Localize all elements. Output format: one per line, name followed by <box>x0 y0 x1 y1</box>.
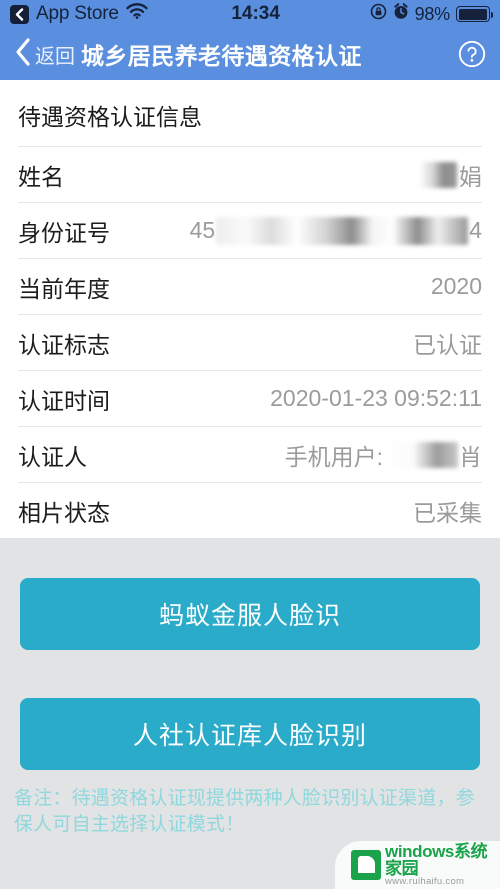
status-bar-back-app-label[interactable]: App Store <box>36 3 119 25</box>
row-label: 身份证号 <box>18 219 110 246</box>
table-row: 身份证号 45 4 <box>18 202 482 258</box>
status-bar-right: 98% <box>370 2 494 26</box>
watermark-brand-prefix: windows <box>385 841 454 861</box>
alarm-clock-icon <box>393 2 409 26</box>
row-value-suffix: 肖 <box>459 443 482 470</box>
footer-note: 备注：待遇资格认证现提供两种人脸识别认证渠道，参保人可自主选择认证模式！ <box>0 770 500 839</box>
redacted-block <box>216 216 469 245</box>
app-screen: App Store 14:34 98% 返回 城乡居民养老待遇资格认证 待遇资格… <box>0 0 500 889</box>
row-value-prefix: 手机用户: <box>284 443 383 470</box>
row-label: 认证标志 <box>18 331 110 358</box>
action-button-area: 蚂蚁金服人脸识 人社认证库人脸识别 <box>0 538 500 770</box>
row-value: 45 4 <box>189 216 482 245</box>
watermark-text: windows系统家园 www.ruihaifu.com <box>385 843 494 887</box>
row-value: 2020 <box>430 273 482 299</box>
row-value: 娟 <box>419 158 482 192</box>
table-row: 姓名 娟 <box>18 146 482 202</box>
watermark-brand: windows系统家园 <box>385 843 494 878</box>
row-value: 手机用户: 肖 <box>285 438 482 472</box>
table-row: 认证标志 已认证 <box>18 314 482 370</box>
status-bar-left[interactable]: App Store <box>10 3 148 25</box>
table-row: 相片状态 已采集 <box>18 482 482 538</box>
navigation-bar: 返回 城乡居民养老待遇资格认证 <box>0 28 500 80</box>
watermark: windows系统家园 www.ruihaifu.com <box>335 841 500 889</box>
rotation-lock-icon <box>370 3 387 26</box>
row-label: 相片状态 <box>18 499 110 526</box>
help-circle-icon[interactable] <box>458 40 486 68</box>
row-label: 当前年度 <box>18 275 110 302</box>
row-value-timestamp: 2020-01-23 09:52:11 <box>270 385 482 411</box>
chevron-left-icon[interactable] <box>10 4 29 24</box>
back-button-label: 返回 <box>35 45 75 68</box>
table-row: 认证人 手机用户: 肖 <box>18 426 482 482</box>
status-badge: 已认证 <box>413 331 482 358</box>
status-badge: 已采集 <box>413 499 482 526</box>
redacted-block <box>384 441 458 468</box>
row-label: 认证人 <box>18 443 87 470</box>
redacted-block <box>419 161 457 188</box>
back-button[interactable]: 返回 <box>14 37 75 72</box>
table-row: 认证时间 2020-01-23 09:52:11 <box>18 370 482 426</box>
row-value-suffix: 4 <box>469 217 482 243</box>
watermark-url: www.ruihaifu.com <box>385 876 465 888</box>
row-label: 姓名 <box>18 163 64 190</box>
row-label: 认证时间 <box>18 387 110 414</box>
row-value-prefix: 45 <box>189 217 216 243</box>
page-title: 城乡居民养老待遇资格认证 <box>81 43 362 69</box>
row-value-suffix: 娟 <box>459 163 482 190</box>
status-bar-clock: 14:34 <box>231 3 280 24</box>
alipay-face-recognition-button[interactable]: 蚂蚁金服人脸识 <box>20 578 480 650</box>
battery-icon <box>456 6 494 22</box>
certification-info-card: 待遇资格认证信息 姓名 娟 身份证号 45 4 当前年度 2020 认证标志 已认… <box>0 80 500 538</box>
status-bar: App Store 14:34 98% <box>0 0 500 28</box>
card-title: 待遇资格认证信息 <box>18 104 202 130</box>
hrss-face-recognition-button[interactable]: 人社认证库人脸识别 <box>20 698 480 770</box>
windows-house-logo-icon <box>351 850 381 880</box>
table-row: 当前年度 2020 <box>18 258 482 314</box>
battery-percent-label: 98% <box>414 3 451 24</box>
chevron-left-icon <box>14 37 32 72</box>
